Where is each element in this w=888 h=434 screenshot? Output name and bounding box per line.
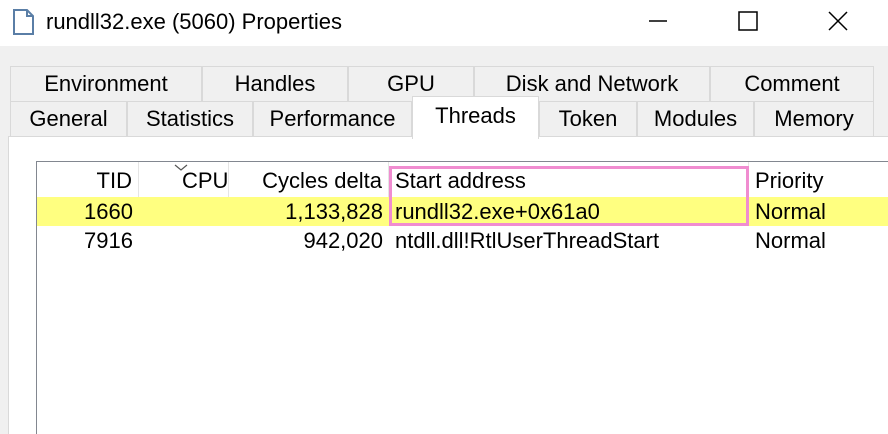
table-row[interactable]: 1660 1,133,828 rundll32.exe+0x61a0 Norma… — [37, 197, 888, 226]
tab-performance[interactable]: Performance — [253, 101, 412, 136]
title-bar: rundll32.exe (5060) Properties — [0, 0, 888, 46]
cell-cycles-delta: 1,133,828 — [285, 199, 383, 224]
close-button[interactable] — [796, 0, 880, 42]
minimize-button[interactable] — [616, 0, 700, 42]
tab-comment[interactable]: Comment — [710, 66, 874, 101]
cell-cpu — [139, 197, 229, 226]
tab-modules[interactable]: Modules — [637, 101, 754, 136]
maximize-icon — [738, 11, 758, 31]
column-header-cycles-delta[interactable]: Cycles delta — [229, 162, 389, 197]
cell-tid: 7916 — [84, 228, 133, 253]
cell-cycles-delta: 942,020 — [303, 228, 383, 253]
properties-window: rundll32.exe (5060) Properties Environme… — [0, 0, 888, 434]
threads-list[interactable]: TID CPU Cycles delta Start address Prior… — [36, 161, 888, 434]
tab-handles[interactable]: Handles — [202, 66, 348, 101]
tab-threads[interactable]: Threads — [412, 96, 539, 139]
tab-environment[interactable]: Environment — [10, 66, 202, 101]
column-header-start-address[interactable]: Start address — [389, 162, 749, 197]
table-row[interactable]: 7916 942,020 ntdll.dll!RtlUserThreadStar… — [37, 226, 888, 255]
tab-statistics[interactable]: Statistics — [127, 101, 253, 136]
column-header-priority[interactable]: Priority — [749, 162, 888, 197]
tab-memory[interactable]: Memory — [754, 101, 874, 136]
document-icon — [13, 9, 34, 35]
window-title: rundll32.exe (5060) Properties — [46, 9, 342, 34]
minimize-icon — [649, 20, 667, 22]
maximize-button[interactable] — [706, 0, 790, 42]
cell-start-address: ntdll.dll!RtlUserThreadStart — [395, 228, 660, 253]
list-header: TID CPU Cycles delta Start address Prior… — [37, 162, 888, 197]
sort-descending-icon — [174, 164, 188, 171]
cell-priority: Normal — [755, 199, 826, 224]
cell-start-address: rundll32.exe+0x61a0 — [395, 199, 600, 224]
tab-general[interactable]: General — [10, 101, 127, 136]
cell-cpu — [139, 226, 229, 255]
cell-priority: Normal — [755, 228, 826, 253]
tab-token[interactable]: Token — [539, 101, 637, 136]
cell-tid: 1660 — [84, 199, 133, 224]
column-header-tid[interactable]: TID — [37, 162, 139, 197]
close-icon — [828, 11, 848, 31]
